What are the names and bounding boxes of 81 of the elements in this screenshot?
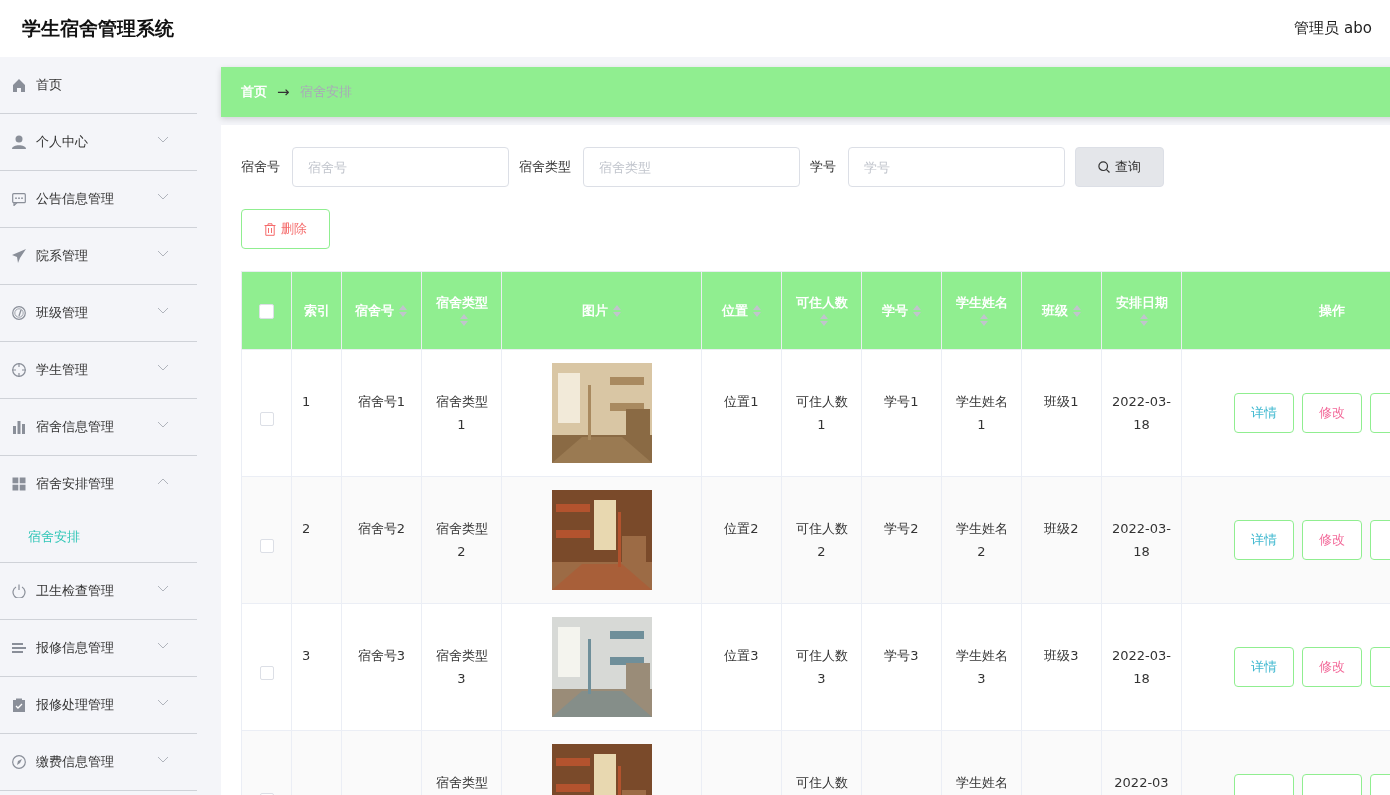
crosshair-icon	[12, 363, 26, 377]
menu-item[interactable]: 班级管理	[0, 285, 197, 341]
details-button[interactable]: 详情	[1233, 393, 1294, 433]
table-cell: 学生姓名2	[955, 521, 1008, 559]
table-cell: 2022-03-18	[1112, 394, 1171, 432]
table-cell: 宿舍类型	[435, 775, 488, 790]
edit-button[interactable]: 修改	[1301, 393, 1362, 433]
table-cell: 学号3	[884, 648, 919, 663]
search-field[interactable]: 宿舍类型	[583, 147, 800, 187]
home-icon	[12, 78, 26, 92]
checkbox[interactable]	[259, 665, 274, 680]
bar-chart-icon	[12, 420, 26, 434]
menu-item[interactable]: 学生管理	[0, 342, 197, 398]
table-cell: 位置3	[724, 648, 759, 663]
table-cell: 宿舍类型1	[435, 394, 488, 432]
search-icon	[1098, 161, 1110, 173]
menu-item[interactable]: 首页	[0, 57, 197, 113]
table-cell: 班级3	[1044, 648, 1079, 663]
trash-icon	[264, 222, 276, 236]
table-cell: 学号2	[884, 521, 919, 536]
send-icon	[12, 249, 26, 263]
table-cell: 可住人数1	[795, 394, 848, 432]
clipboard-icon	[12, 698, 26, 712]
table-cell: 班级1	[1044, 394, 1079, 409]
menu-item[interactable]: 报修信息管理	[0, 620, 197, 676]
menu-item[interactable]: 公告信息管理	[0, 171, 197, 227]
table-cell: 位置1	[724, 394, 759, 409]
menu-item[interactable]: 院系管理	[0, 228, 197, 284]
table-cell: 宿舍类型3	[435, 648, 488, 686]
menu-item[interactable]: 卫生检查管理	[0, 563, 197, 619]
details-button[interactable]: 详情	[1233, 647, 1294, 687]
field-label: 宿舍类型	[519, 158, 571, 176]
gauge-icon	[12, 306, 26, 320]
table-cell: 1	[302, 394, 311, 409]
table-cell: 2	[302, 521, 311, 536]
table-cell: 位置2	[724, 521, 759, 536]
table-cell: 班级2	[1044, 521, 1079, 536]
menu-item[interactable]: 宿舍安排管理	[0, 456, 197, 512]
checkbox[interactable]	[259, 303, 274, 319]
table-cell: 学号1	[884, 394, 919, 409]
column-header: 操作	[1318, 302, 1345, 318]
menu-item[interactable]: 缴费信息管理	[0, 734, 197, 790]
message-icon	[12, 192, 26, 206]
table-cell: 3	[302, 648, 311, 663]
menu-item[interactable]: 报修处理管理	[0, 677, 197, 733]
grid-icon	[12, 477, 26, 491]
list-icon	[12, 641, 26, 655]
power-icon	[12, 584, 26, 598]
column-header: 索引	[303, 302, 330, 318]
table-cell: 可住人数	[795, 775, 848, 790]
table-cell: 2022-03	[1114, 775, 1169, 790]
menu-item[interactable]: 宿舍信息管理	[0, 399, 197, 455]
table-cell: 学生姓名3	[955, 648, 1008, 686]
table-cell: 宿舍号3	[357, 648, 406, 663]
menu-item[interactable]: 个人中心	[0, 114, 197, 170]
field-label: 学号	[810, 158, 836, 176]
table-cell: 可住人数3	[795, 648, 848, 686]
user-name: 管理员 abo	[1294, 19, 1372, 38]
search-button[interactable]: 查询	[1075, 147, 1164, 187]
search-field[interactable]: 学号	[848, 147, 1065, 187]
table-cell: 学生姓名	[955, 775, 1008, 790]
submenu-item[interactable]: 宿舍安排	[0, 512, 197, 562]
breadcrumb-separator: →	[277, 83, 290, 101]
edit-button[interactable]: 修改	[1301, 647, 1362, 687]
details-button[interactable]: 详情	[1233, 520, 1294, 560]
delete-button[interactable]: 删除	[241, 209, 330, 249]
field-label: 宿舍号	[241, 158, 280, 176]
checkbox[interactable]	[259, 538, 274, 553]
table-cell: 可住人数2	[795, 521, 848, 559]
table-cell: 宿舍号2	[357, 521, 406, 536]
user-icon	[12, 135, 26, 149]
table-cell: 2022-03-18	[1112, 648, 1171, 686]
checkbox[interactable]	[259, 411, 274, 426]
table-cell: 2022-03-18	[1112, 521, 1171, 559]
search-field[interactable]: 宿舍号	[292, 147, 509, 187]
table-cell: 学生姓名1	[955, 394, 1008, 432]
app-title: 学生宿舍管理系统	[22, 15, 174, 41]
table-cell: 宿舍类型2	[435, 521, 488, 559]
compass-icon	[12, 755, 26, 769]
edit-button[interactable]: 修改	[1301, 520, 1362, 560]
table-cell: 宿舍号1	[357, 394, 406, 409]
